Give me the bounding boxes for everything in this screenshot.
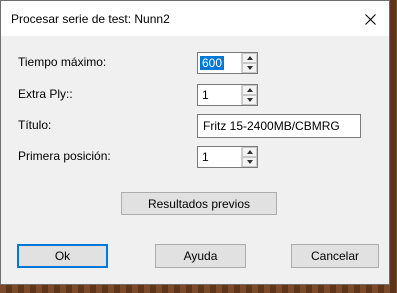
arrow-down-icon [246, 66, 253, 70]
extra-ply-down-button[interactable] [242, 95, 257, 105]
arrow-up-icon [246, 88, 253, 92]
extra-ply-value[interactable]: 1 [202, 88, 209, 102]
dialog-title: Procesar serie de test: Nunn2 [11, 12, 170, 26]
arrow-up-icon [246, 56, 253, 60]
tiempo-maximo-arrows [241, 53, 257, 73]
primera-posicion-spinner[interactable]: 1 [197, 146, 258, 168]
titulo-value: Fritz 15-2400MB/CBMRG [203, 119, 340, 133]
primera-posicion-arrows [241, 147, 257, 167]
extra-ply-spinner[interactable]: 1 [197, 84, 258, 106]
primera-posicion-label: Primera posición: [18, 149, 111, 163]
extra-ply-arrows [241, 85, 257, 105]
cancelar-button[interactable]: Cancelar [291, 244, 379, 268]
primera-posicion-up-button[interactable] [242, 147, 257, 157]
ayuda-button[interactable]: Ayuda [155, 244, 246, 268]
arrow-down-icon [246, 98, 253, 102]
tiempo-maximo-spinner[interactable]: 600 [197, 52, 258, 74]
arrow-up-icon [246, 150, 253, 154]
tiempo-maximo-up-button[interactable] [242, 53, 257, 63]
close-icon [364, 13, 376, 25]
title-bar: Procesar serie de test: Nunn2 [1, 1, 389, 36]
primera-posicion-value[interactable]: 1 [202, 150, 209, 164]
arrow-down-icon [246, 160, 253, 164]
primera-posicion-down-button[interactable] [242, 157, 257, 167]
close-button[interactable] [355, 6, 385, 32]
resultados-previos-button[interactable]: Resultados previos [121, 192, 277, 215]
tiempo-maximo-label: Tiempo máximo: [18, 55, 107, 69]
test-series-dialog: Procesar serie de test: Nunn2 Tiempo máx… [0, 0, 390, 285]
titulo-input[interactable]: Fritz 15-2400MB/CBMRG [197, 114, 361, 138]
titulo-label: Título: [18, 118, 52, 132]
extra-ply-up-button[interactable] [242, 85, 257, 95]
tiempo-maximo-down-button[interactable] [242, 63, 257, 73]
tiempo-maximo-value[interactable]: 600 [200, 56, 225, 70]
extra-ply-label: Extra Ply:: [18, 87, 73, 101]
ok-button[interactable]: Ok [17, 244, 108, 268]
